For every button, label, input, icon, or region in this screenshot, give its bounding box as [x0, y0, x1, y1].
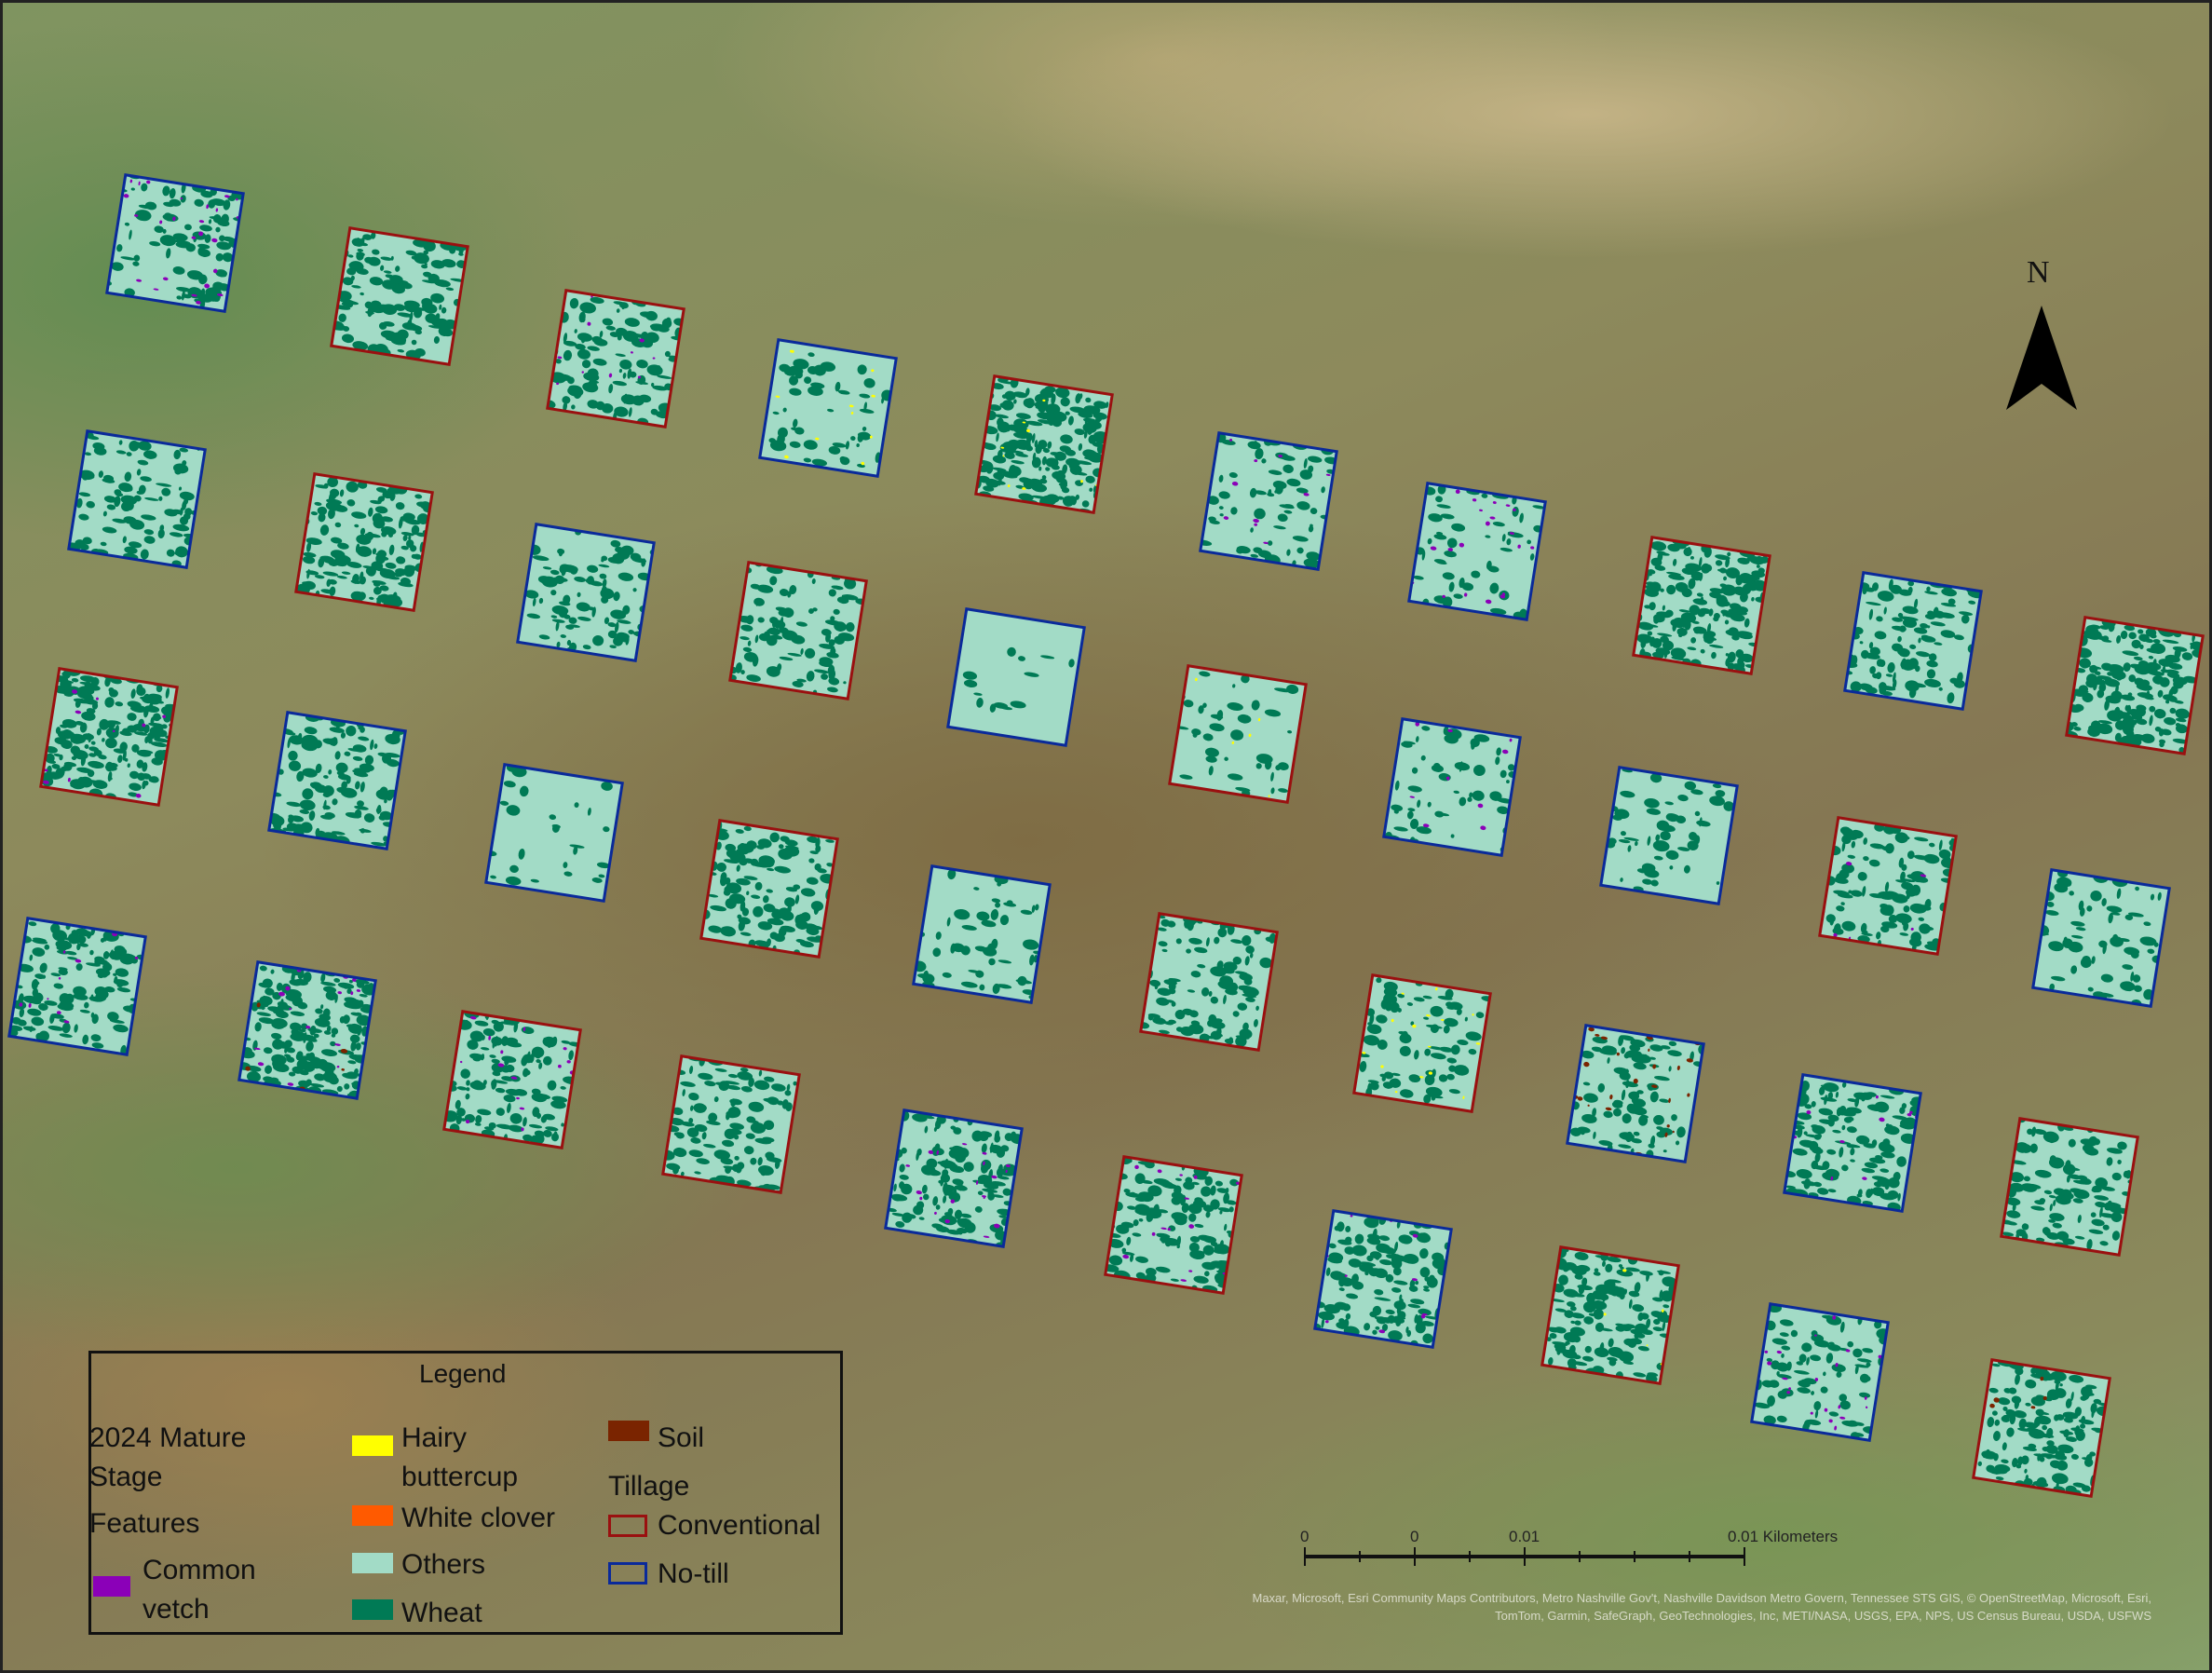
plot-conventional[interactable] [726, 560, 871, 700]
plot-conventional[interactable] [1627, 533, 1776, 677]
legend-label-wheat: Wheat [401, 1598, 482, 1628]
plot-no-till[interactable] [1193, 428, 1341, 574]
legend: Legend 2024 Mature Stage Features Common… [88, 1351, 843, 1635]
plot-no-till[interactable] [2027, 864, 2174, 1011]
plot-conventional[interactable] [655, 1053, 805, 1197]
plot-conventional[interactable] [1166, 664, 1308, 804]
plot-conventional[interactable] [325, 224, 472, 367]
swatch-hairy-buttercup [352, 1435, 393, 1456]
plot-no-till[interactable] [881, 1108, 1027, 1251]
others-cover [1200, 432, 1337, 570]
plot-no-till[interactable] [64, 428, 212, 571]
plot-no-till[interactable] [758, 338, 899, 478]
swatch-soil [608, 1421, 649, 1441]
attribution-line-1: Maxar, Microsoft, Esri Community Maps Co… [1252, 1591, 2152, 1605]
plot-no-till[interactable] [481, 761, 624, 903]
legend-group-title-3: Features [89, 1508, 200, 1539]
north-label: N [2027, 255, 2050, 290]
legend-label-common-vetch-2: vetch [142, 1594, 210, 1625]
others-cover [1408, 483, 1546, 620]
plot-conventional[interactable] [1814, 815, 1963, 959]
plot-no-till[interactable] [1382, 717, 1523, 861]
legend-label-soil: Soil [658, 1422, 705, 1453]
legend-group-title-2: Stage [89, 1462, 163, 1492]
north-arrow-icon [2006, 306, 2077, 410]
plot-conventional[interactable] [294, 470, 437, 614]
swatch-white-clover [352, 1505, 393, 1526]
plot-no-till[interactable] [3, 916, 150, 1057]
legend-group-title: 2024 Mature [89, 1422, 247, 1453]
plot-no-till[interactable] [102, 172, 249, 315]
legend-label-common-vetch: Common [142, 1555, 256, 1585]
legend-label-white-clover: White clover [401, 1503, 556, 1533]
attribution-line-2: TomTom, Garmin, SafeGraph, GeoTechnologi… [1495, 1609, 2151, 1623]
plot-no-till[interactable] [1310, 1205, 1456, 1351]
legend-label-no-till: No-till [658, 1558, 729, 1589]
plot-no-till[interactable] [1778, 1072, 1930, 1217]
swatch-conventional [608, 1515, 647, 1537]
plot-conventional[interactable] [1098, 1152, 1249, 1299]
legend-label-others: Others [401, 1549, 486, 1580]
scale-label-2: 0.01 [1509, 1528, 1540, 1545]
plot-no-till[interactable] [910, 864, 1052, 1004]
plot-conventional[interactable] [541, 287, 691, 430]
plot-no-till[interactable] [1405, 482, 1547, 624]
legend-label-hairy-buttercup-2: buttercup [401, 1462, 519, 1492]
plot-conventional[interactable] [1137, 910, 1279, 1052]
legend-title: Legend [419, 1359, 507, 1388]
legend-label-hairy-buttercup: Hairy [401, 1422, 468, 1453]
plot-conventional[interactable] [1534, 1243, 1688, 1390]
plot-conventional[interactable] [697, 819, 841, 959]
plot-no-till[interactable] [1747, 1301, 1896, 1445]
swatch-common-vetch [93, 1576, 130, 1597]
plot-conventional[interactable] [1972, 1355, 2118, 1501]
plot-conventional[interactable] [1349, 973, 1497, 1115]
plot-no-till[interactable] [234, 959, 381, 1104]
plot-conventional[interactable] [2061, 614, 2209, 758]
plot-no-till[interactable] [513, 522, 660, 662]
plot-conventional[interactable] [36, 663, 183, 809]
plot-no-till[interactable] [260, 708, 412, 854]
plot-conventional[interactable] [438, 1006, 588, 1152]
legend-tillage-title: Tillage [608, 1471, 690, 1502]
plot-no-till[interactable] [1838, 568, 1986, 711]
swatch-no-till [608, 1562, 647, 1585]
scale-label-3: 0.01 Kilometers [1728, 1528, 1839, 1545]
legend-label-conventional: Conventional [658, 1510, 821, 1541]
plot-conventional[interactable] [970, 373, 1117, 516]
others-cover [517, 524, 655, 661]
plot-conventional[interactable] [1996, 1113, 2143, 1258]
plot-no-till[interactable] [1564, 1024, 1708, 1167]
scale-label-0: 0 [1300, 1528, 1310, 1545]
swatch-wheat [352, 1599, 393, 1620]
scale-label-1: 0 [1410, 1528, 1419, 1545]
swatch-others [352, 1553, 393, 1573]
plot-no-till[interactable] [946, 607, 1086, 747]
plot-no-till[interactable] [1596, 766, 1739, 905]
